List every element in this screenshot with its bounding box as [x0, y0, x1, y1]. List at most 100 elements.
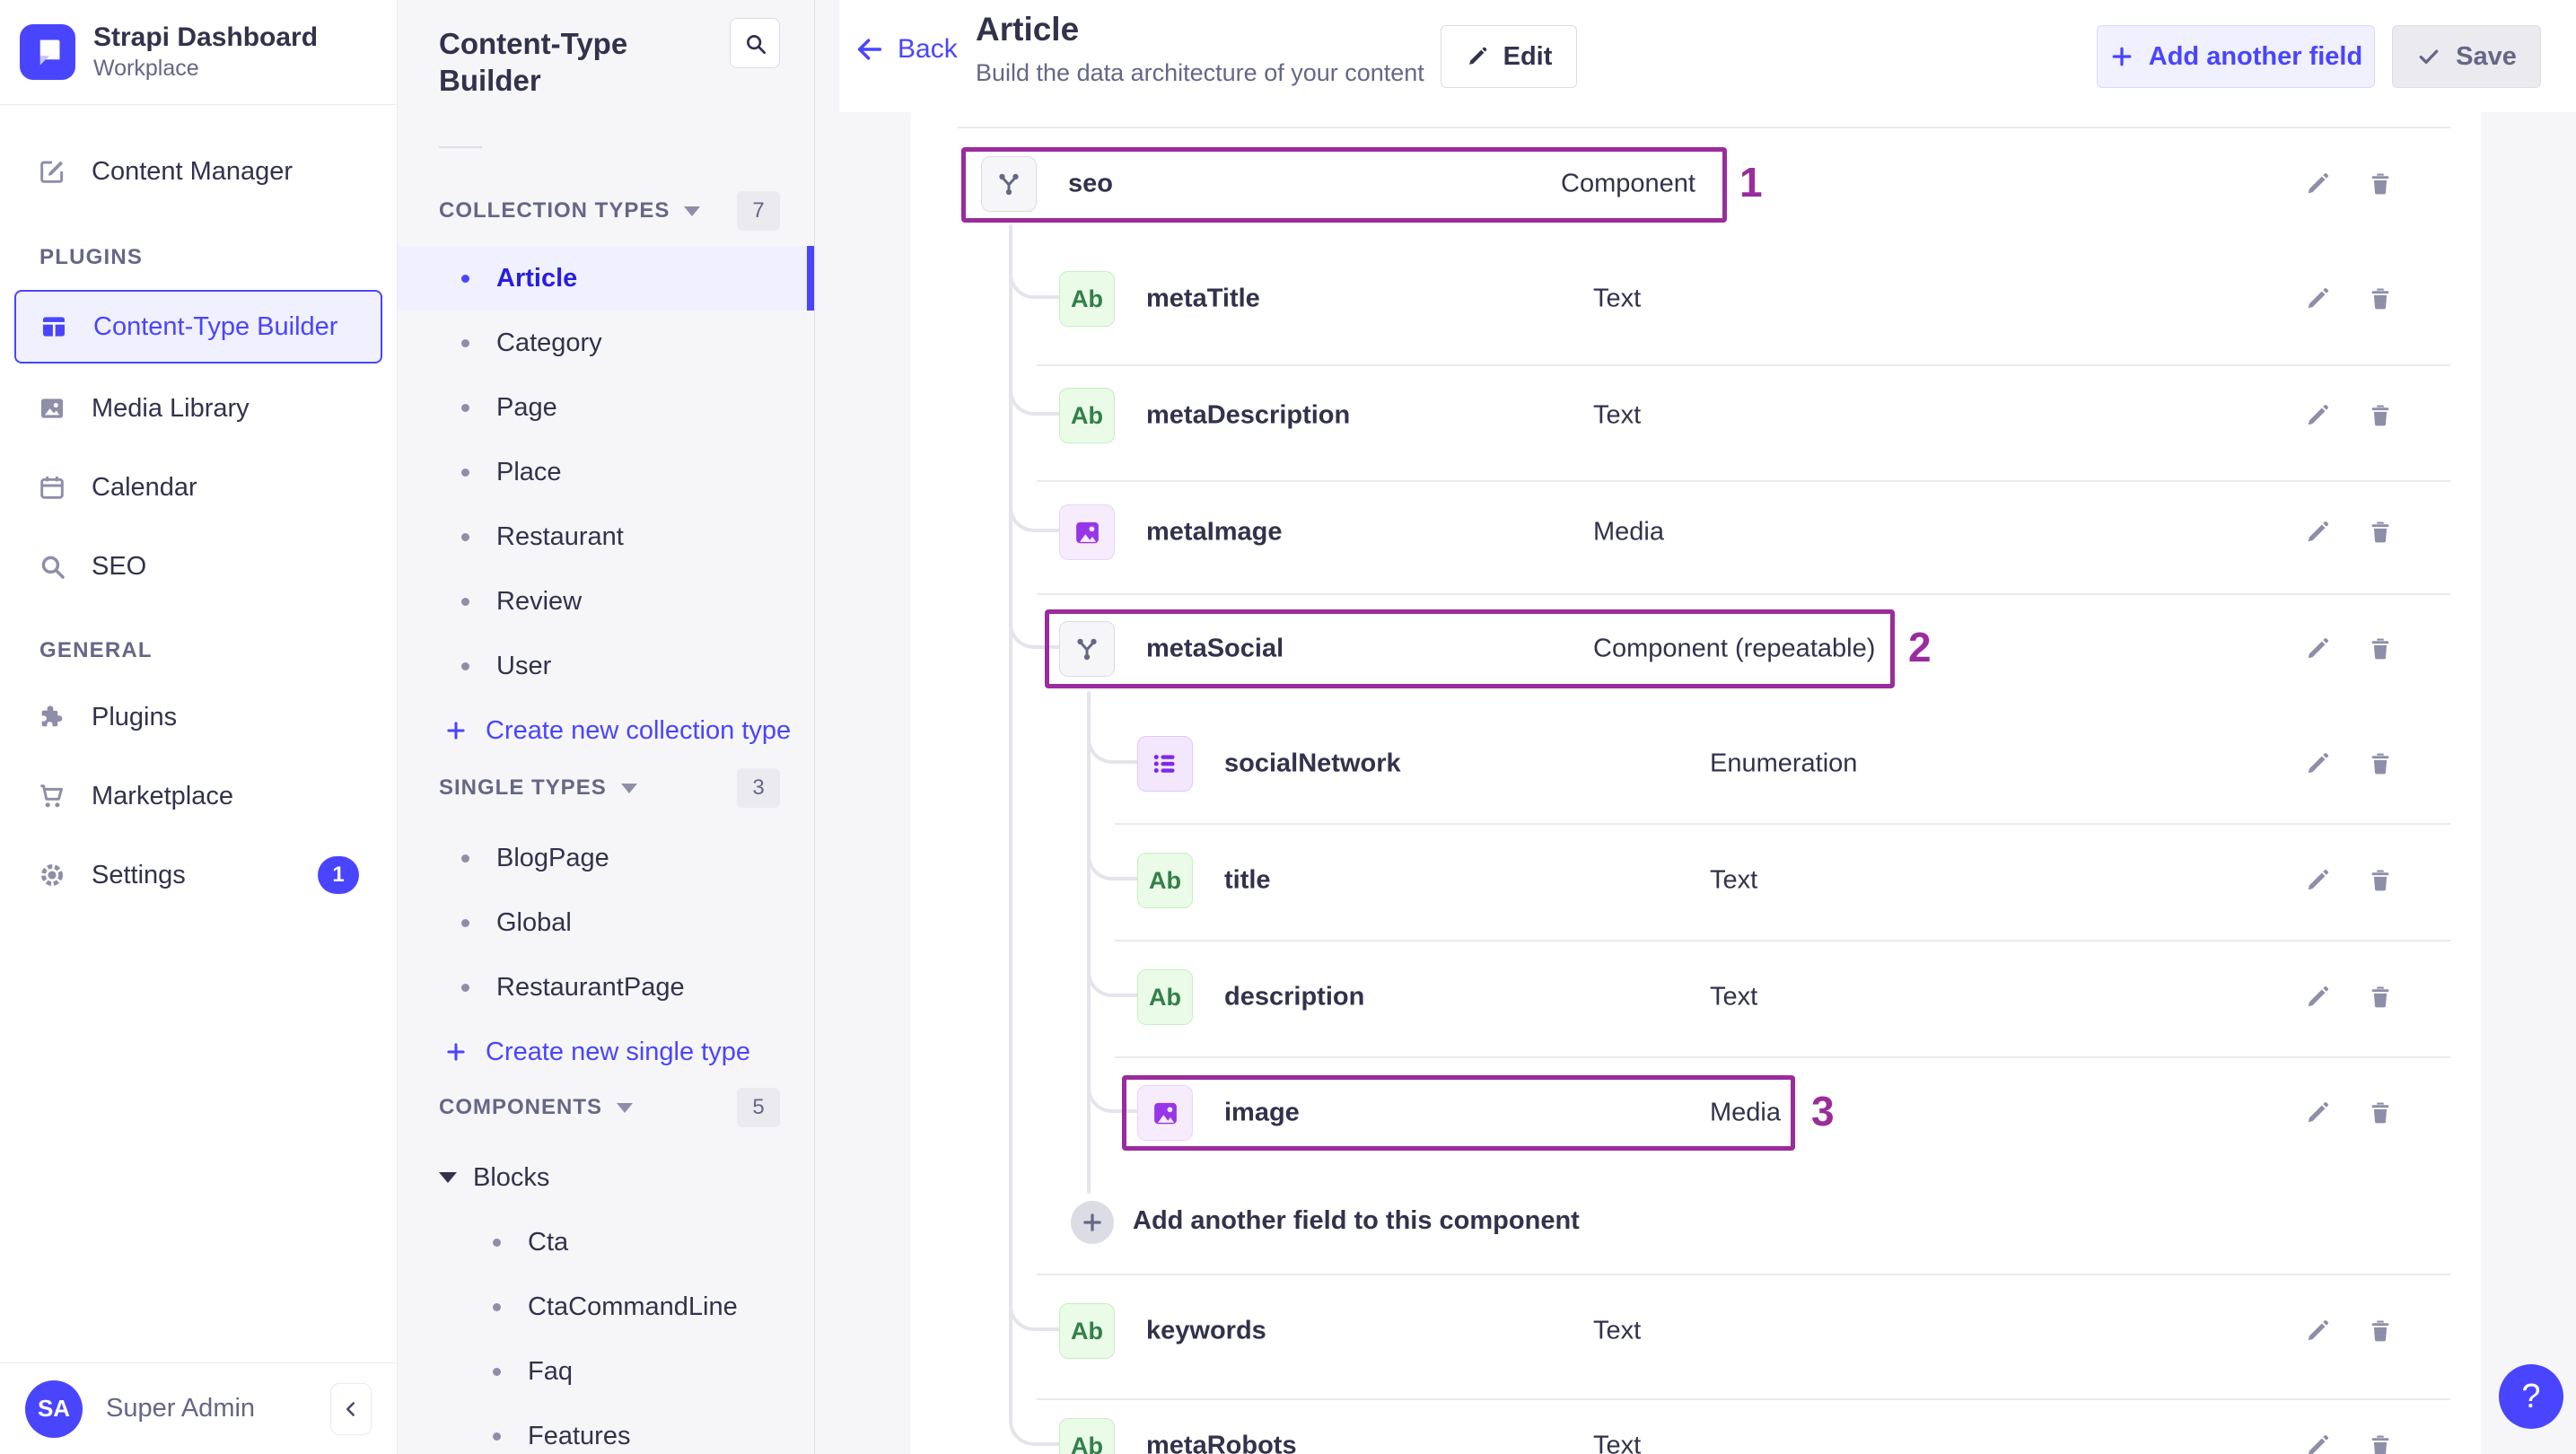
field-row: seo Component: [911, 147, 2481, 221]
field-name: metaImage: [1146, 517, 1283, 547]
text-field-icon: Ab: [1059, 1303, 1115, 1359]
help-button[interactable]: ?: [2499, 1364, 2563, 1429]
row-divider: [1037, 364, 2450, 366]
pencil-icon: [2304, 984, 2331, 1011]
field-row: metaSocial Component (repeatable): [911, 612, 2481, 686]
delete-field-button[interactable]: [2361, 1426, 2400, 1454]
trash-icon: [2367, 171, 2394, 197]
field-type: Enumeration: [1710, 749, 1858, 778]
delete-field-button[interactable]: [2361, 1311, 2400, 1351]
field-type: Component (repeatable): [1593, 634, 1876, 663]
edit-field-button[interactable]: [2298, 861, 2337, 900]
pencil-icon: [2304, 519, 2331, 546]
edit-field-button[interactable]: [2298, 1426, 2337, 1454]
plus-icon: [1081, 1211, 1104, 1234]
field-name: image: [1224, 1098, 1300, 1127]
row-divider: [1037, 1274, 2450, 1275]
edit-field-button[interactable]: [2298, 629, 2337, 669]
row-divider: [958, 127, 2450, 128]
delete-field-button[interactable]: [2361, 629, 2400, 669]
pencil-icon: [2304, 1099, 2331, 1126]
field-row: Ab metaTitle Text: [911, 262, 2481, 336]
pencil-icon: [2304, 285, 2331, 312]
field-type: Text: [1710, 865, 1758, 895]
field-row: Ab metaRobots Text: [911, 1409, 2481, 1454]
component-field-icon: [981, 156, 1037, 212]
field-row: Ab description Text: [911, 960, 2481, 1034]
pencil-icon: [2304, 867, 2331, 894]
trash-icon: [2367, 285, 2394, 312]
field-type: Media: [1593, 517, 1664, 547]
field-type: Text: [1593, 1316, 1642, 1345]
field-name: metaSocial: [1146, 634, 1284, 663]
media-field-icon: [1059, 504, 1115, 560]
field-type: Text: [1593, 400, 1642, 430]
trash-icon: [2367, 402, 2394, 429]
field-type: Component: [1561, 169, 1695, 198]
row-divider: [1037, 1398, 2450, 1400]
field-type: Text: [1593, 284, 1642, 313]
enumeration-field-icon: [1137, 736, 1193, 792]
delete-field-button[interactable]: [2361, 1093, 2400, 1133]
pencil-icon: [2304, 171, 2331, 197]
pencil-icon: [2304, 1432, 2331, 1454]
field-name: keywords: [1146, 1316, 1266, 1345]
text-field-icon: Ab: [1137, 969, 1193, 1025]
text-field-icon: Ab: [1059, 388, 1115, 443]
edit-field-button[interactable]: [2298, 977, 2337, 1017]
field-type: Media: [1710, 1098, 1781, 1127]
delete-field-button[interactable]: [2361, 396, 2400, 435]
field-name: socialNetwork: [1224, 749, 1401, 778]
edit-field-button[interactable]: [2298, 1311, 2337, 1351]
field-row: socialNetwork Enumeration: [911, 727, 2481, 801]
field-row: image Media: [911, 1076, 2481, 1150]
field-row: metaImage Media: [911, 495, 2481, 569]
pencil-icon: [2304, 402, 2331, 429]
trash-icon: [2367, 635, 2394, 662]
field-name: metaRobots: [1146, 1431, 1297, 1454]
field-name: metaDescription: [1146, 400, 1351, 430]
delete-field-button[interactable]: [2361, 977, 2400, 1017]
text-field-icon: Ab: [1059, 1418, 1115, 1454]
pencil-icon: [2304, 635, 2331, 662]
strapi-dashboard-page: Strapi Dashboard Workplace Content Manag…: [0, 0, 2576, 1454]
row-divider: [1115, 940, 2450, 942]
row-divider: [1037, 480, 2450, 482]
field-row: Ab title Text: [911, 844, 2481, 917]
delete-field-button[interactable]: [2361, 279, 2400, 319]
edit-field-button[interactable]: [2298, 164, 2337, 204]
edit-field-button[interactable]: [2298, 512, 2337, 552]
trash-icon: [2367, 867, 2394, 894]
delete-field-button[interactable]: [2361, 512, 2400, 552]
trash-icon: [2367, 1318, 2394, 1345]
row-divider: [1115, 823, 2450, 825]
trash-icon: [2367, 1432, 2394, 1454]
field-row: Ab keywords Text: [911, 1294, 2481, 1368]
edit-field-button[interactable]: [2298, 279, 2337, 319]
edit-field-button[interactable]: [2298, 396, 2337, 435]
field-type: Text: [1593, 1431, 1642, 1454]
field-name: title: [1224, 865, 1271, 895]
edit-field-button[interactable]: [2298, 1093, 2337, 1133]
text-field-icon: Ab: [1137, 853, 1193, 908]
field-row: Ab metaDescription Text: [911, 379, 2481, 452]
media-field-icon: [1137, 1085, 1193, 1141]
component-field-icon: [1059, 621, 1115, 677]
trash-icon: [2367, 1099, 2394, 1126]
delete-field-button[interactable]: [2361, 744, 2400, 784]
pencil-icon: [2304, 750, 2331, 777]
field-name: metaTitle: [1146, 284, 1260, 313]
field-name: description: [1224, 982, 1365, 1012]
add-field-to-component-label[interactable]: Add another field to this component: [1133, 1206, 1580, 1236]
row-divider: [1115, 1056, 2450, 1058]
fields-overlay: Add another field to this component seo C…: [0, 0, 2576, 1454]
pencil-icon: [2304, 1318, 2331, 1345]
row-divider: [1037, 593, 2450, 595]
field-name: seo: [1068, 169, 1113, 198]
add-field-to-component-button[interactable]: [1071, 1201, 1114, 1244]
text-field-icon: Ab: [1059, 271, 1115, 327]
edit-field-button[interactable]: [2298, 744, 2337, 784]
delete-field-button[interactable]: [2361, 861, 2400, 900]
field-type: Text: [1710, 982, 1758, 1012]
delete-field-button[interactable]: [2361, 164, 2400, 204]
